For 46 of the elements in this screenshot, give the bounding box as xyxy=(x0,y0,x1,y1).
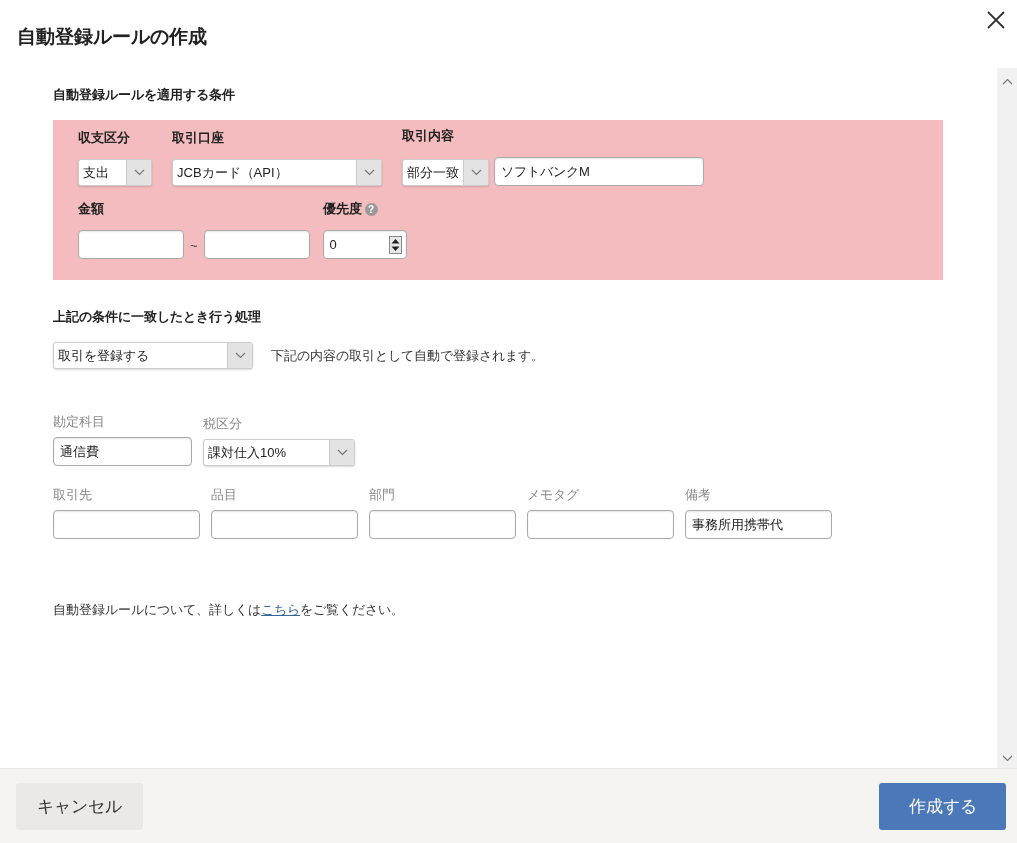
scrollbar[interactable] xyxy=(997,68,1017,768)
field-label: 取引内容 xyxy=(402,127,455,145)
action-select[interactable]: 取引を登録する xyxy=(53,342,253,369)
amount-to-input[interactable] xyxy=(203,230,310,259)
chevron-down-icon xyxy=(336,449,348,456)
field-label: 優先度 xyxy=(322,200,362,218)
field-label: メモタグ xyxy=(527,486,580,504)
field-label: 収支区分 xyxy=(78,129,131,147)
chevron-down-icon xyxy=(1001,755,1013,762)
range-separator: ~ xyxy=(190,238,198,253)
text-input[interactable]: 事務所用携帯代 xyxy=(685,510,832,539)
tax-select[interactable]: 課対仕入10% xyxy=(203,439,355,466)
section-heading: 上記の条件に一致したとき行う処理 xyxy=(53,308,262,326)
chevron-down-icon xyxy=(470,169,482,176)
match-select[interactable]: 部分一致 xyxy=(402,159,489,186)
field-label: 品目 xyxy=(211,486,238,504)
text-input[interactable] xyxy=(527,510,674,539)
field-label: 部門 xyxy=(369,486,396,504)
help-link[interactable]: こちら xyxy=(261,602,300,617)
field-label: 取引先 xyxy=(53,486,93,504)
chevron-down-icon xyxy=(363,169,375,176)
close-button[interactable] xyxy=(985,9,1007,31)
account-select[interactable]: JCBカード（API） xyxy=(172,159,382,186)
field-label: 金額 xyxy=(78,200,105,218)
help-note: 自動登録ルールについて、詳しくはこちら をご覧ください。 xyxy=(53,601,405,619)
spinner-icon[interactable] xyxy=(388,235,402,254)
account-item-input[interactable]: 通信費 xyxy=(53,437,192,466)
type-select[interactable]: 支出 xyxy=(78,159,152,186)
field-label: 税区分 xyxy=(203,415,243,433)
cancel-button[interactable]: キャンセル xyxy=(16,782,143,830)
text-input[interactable] xyxy=(369,510,516,539)
action-description: 下記の内容の取引として自動で登録されます。 xyxy=(271,346,544,365)
dialog-title: 自動登録ルールの作成 xyxy=(17,25,207,49)
section-heading: 自動登録ルールを適用する条件 xyxy=(53,86,236,104)
chevron-up-icon xyxy=(1001,78,1013,85)
amount-from-input[interactable] xyxy=(78,230,184,259)
create-button[interactable]: 作成する xyxy=(879,782,1006,830)
field-label: 備考 xyxy=(685,486,712,504)
chevron-down-icon xyxy=(234,352,246,359)
text-input[interactable] xyxy=(211,510,358,539)
field-label: 勘定科目 xyxy=(53,413,106,431)
field-label: 取引口座 xyxy=(172,129,225,147)
content-input[interactable]: ソフトバンクM xyxy=(494,157,704,186)
priority-input[interactable]: 0 xyxy=(322,230,407,259)
text-input[interactable] xyxy=(53,510,200,539)
chevron-down-icon xyxy=(133,169,145,176)
